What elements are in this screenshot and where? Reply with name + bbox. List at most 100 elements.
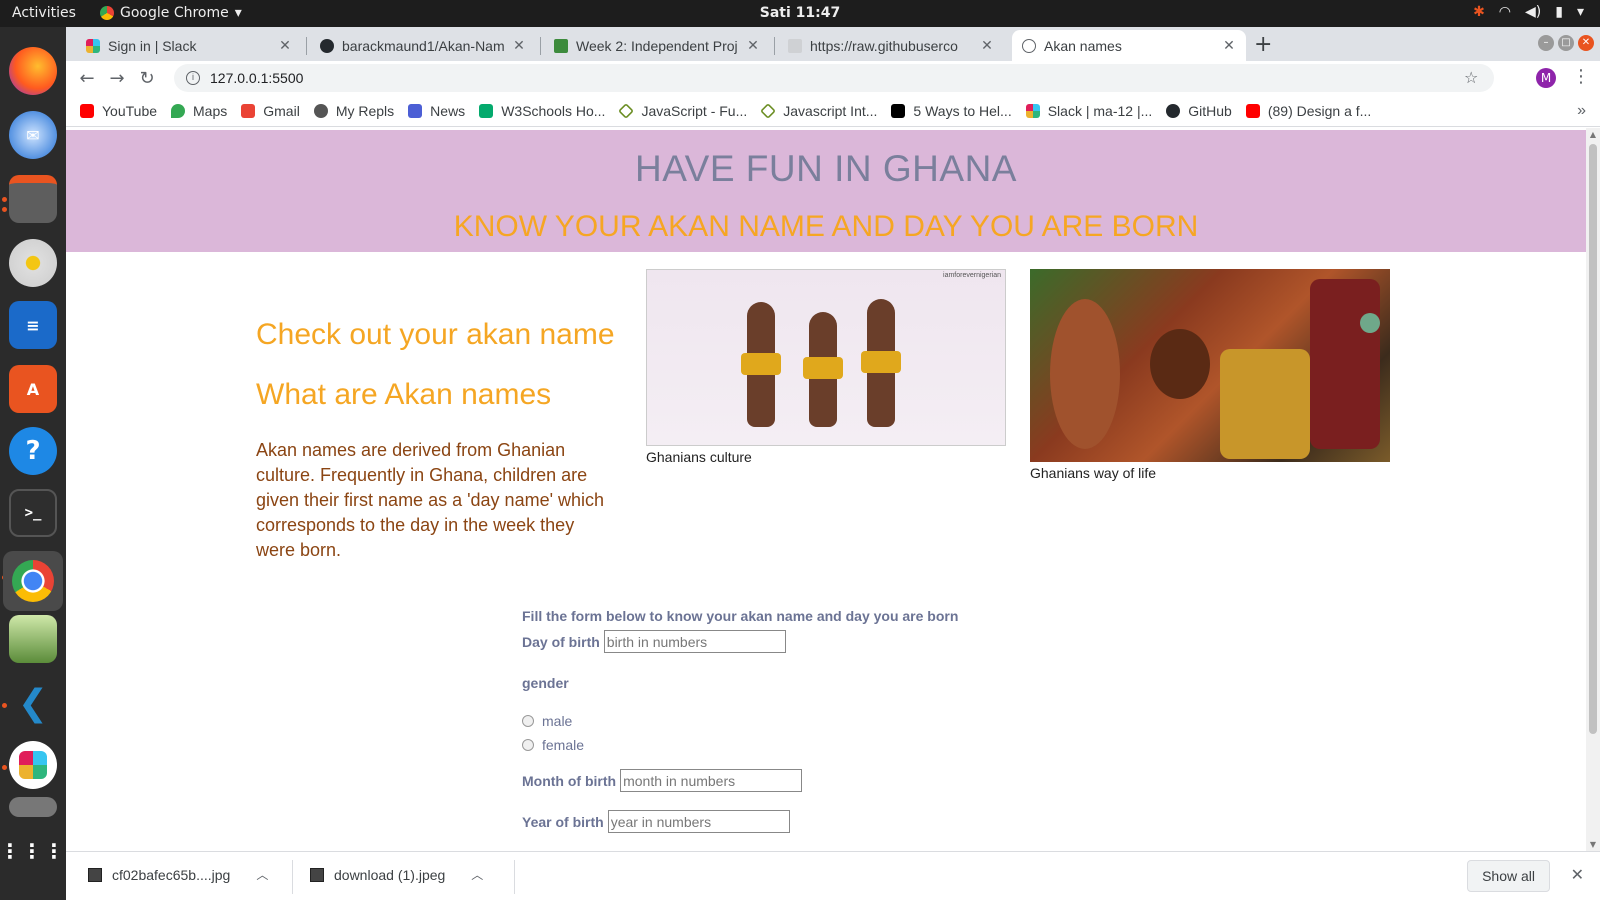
month-of-birth-input[interactable] — [620, 769, 803, 792]
tab-github[interactable]: barackmaund1/Akan-Nam ✕ — [310, 30, 536, 61]
bookmark-w3schools[interactable]: W3Schools Ho... — [479, 103, 605, 119]
close-window-button[interactable]: ✕ — [1578, 35, 1594, 51]
system-top-bar: Activities Google Chrome ▾ Sati 11:47 ✱ … — [0, 0, 1600, 27]
chevron-up-icon[interactable]: ︿ — [256, 866, 268, 883]
scroll-down-icon[interactable]: ▼ — [1586, 840, 1600, 849]
menu-icon[interactable]: ⋮ — [1572, 66, 1590, 87]
rhythmbox-icon[interactable] — [9, 239, 57, 287]
download-filename: download (1).jpeg — [334, 866, 446, 883]
scroll-up-icon[interactable]: ▲ — [1586, 130, 1600, 139]
close-icon[interactable]: ✕ — [746, 37, 760, 54]
close-icon[interactable]: ✕ — [1571, 865, 1584, 885]
page-scrollbar[interactable]: ▲ ▼ — [1586, 128, 1600, 851]
year-of-birth-input[interactable] — [607, 810, 790, 833]
image-caption: Ghanians culture — [646, 449, 752, 465]
info-icon[interactable]: i — [186, 71, 200, 85]
download-item[interactable]: download (1).jpeg ︿ — [310, 866, 483, 883]
scrollbar-thumb[interactable] — [1589, 144, 1597, 734]
bookmark-label: News — [430, 102, 466, 119]
firefox-icon[interactable] — [9, 47, 57, 95]
bookmark-javascript-int[interactable]: Javascript Int... — [760, 102, 877, 119]
help-icon[interactable]: ? — [9, 427, 57, 475]
bookmark-label: JavaScript - Fu... — [641, 102, 748, 119]
description-text: Akan names are derived from Ghanian cult… — [256, 440, 605, 560]
tab-divider — [540, 37, 541, 55]
crowd-shape — [1220, 349, 1310, 459]
profile-avatar[interactable]: M — [1536, 68, 1556, 88]
software-center-icon[interactable]: A — [9, 365, 57, 413]
github-icon — [1166, 103, 1181, 118]
show-all-button[interactable]: Show all — [1467, 860, 1550, 892]
downloads-bar: cf02bafec65b....jpg ︿ download (1).jpeg … — [66, 851, 1600, 900]
tab-title: Week 2: Independent Proj — [576, 37, 738, 54]
minimize-button[interactable]: – — [1538, 35, 1554, 51]
bookmark-news[interactable]: News — [408, 103, 465, 119]
maximize-button[interactable]: □ — [1558, 35, 1574, 51]
show-apps-icon[interactable]: ⋮⋮⋮ — [0, 827, 64, 875]
trash-icon[interactable] — [9, 797, 57, 817]
tab-strip: Sign in | Slack ✕ barackmaund1/Akan-Nam … — [66, 27, 1600, 61]
chevron-down-icon: ▾ — [234, 5, 242, 21]
close-icon[interactable]: ✕ — [512, 37, 526, 54]
vscode-icon[interactable]: ❮ — [9, 679, 57, 727]
tab-raw-github[interactable]: https://raw.githubuserco ✕ — [778, 30, 1004, 61]
chevron-right-icon[interactable]: » — [1577, 102, 1586, 120]
close-icon[interactable]: ✕ — [1222, 37, 1236, 54]
libreoffice-writer-icon[interactable]: ≡ — [9, 301, 57, 349]
activities-button[interactable]: Activities — [12, 5, 76, 21]
bookmark-slack[interactable]: Slack | ma-12 |... — [1025, 103, 1152, 119]
bookmark-my-repls[interactable]: My Repls — [313, 103, 394, 119]
chrome-icon[interactable] — [3, 551, 63, 611]
diamond-icon — [618, 102, 635, 119]
thunderbird-icon[interactable]: ✉ — [9, 111, 57, 159]
new-tab-button[interactable]: + — [1254, 32, 1272, 57]
bookmark-javascript-fu[interactable]: JavaScript - Fu... — [618, 102, 748, 119]
terminal-icon[interactable]: >_ — [9, 489, 57, 537]
day-of-birth-input[interactable] — [603, 630, 786, 653]
close-icon[interactable]: ✕ — [278, 37, 292, 54]
tab-title: https://raw.githubuserco — [810, 37, 958, 54]
radio-button[interactable] — [522, 715, 534, 727]
bookmark-maps[interactable]: Maps — [171, 103, 227, 119]
bookmark-5-ways[interactable]: 5 Ways to Hel... — [891, 103, 1012, 119]
bookmark-github[interactable]: GitHub — [1166, 103, 1232, 119]
wifi-icon: ◠ — [1498, 4, 1512, 20]
app-menu[interactable]: Google Chrome ▾ — [100, 5, 242, 21]
clock[interactable]: Sati 11:47 — [760, 5, 840, 21]
bookmark-gmail[interactable]: Gmail — [241, 103, 300, 119]
slack-icon[interactable] — [9, 741, 57, 789]
system-tray[interactable]: ✱ ◠ ◀) ▮ ▾ — [1473, 4, 1584, 20]
back-button[interactable]: ← — [72, 68, 102, 89]
reload-button[interactable]: ↻ — [132, 68, 162, 89]
forward-button[interactable]: → — [102, 68, 132, 89]
battery-icon: ▮ — [1555, 4, 1563, 20]
address-bar[interactable]: i 127.0.0.1:5500 — [174, 64, 1494, 92]
screen-record-icon[interactable]: ✱ — [1473, 4, 1485, 20]
tab-title: Sign in | Slack — [108, 37, 197, 54]
akan-form: Fill the form below to know your akan na… — [522, 608, 958, 833]
chevron-up-icon[interactable]: ︿ — [471, 866, 483, 883]
check-heading: Check out your akan name — [256, 318, 615, 351]
bookmark-youtube[interactable]: YouTube — [80, 103, 157, 119]
image-viewer-icon[interactable] — [9, 615, 57, 663]
browser-toolbar: ← → ↻ i 127.0.0.1:5500 ☆ M ⋮ — [66, 61, 1600, 95]
files-icon[interactable] — [9, 175, 57, 223]
tab-akan-names[interactable]: Akan names ✕ — [1012, 30, 1246, 61]
download-item[interactable]: cf02bafec65b....jpg ︿ — [88, 866, 268, 883]
gender-label: gender — [522, 675, 569, 691]
bookmark-star-icon[interactable]: ☆ — [1464, 68, 1478, 87]
crowd-shape — [1150, 329, 1210, 399]
male-radio[interactable]: male — [522, 713, 958, 729]
diamond-icon — [760, 102, 777, 119]
female-radio[interactable]: female — [522, 737, 958, 753]
w3schools-icon — [479, 103, 494, 118]
bookmark-label: Gmail — [263, 102, 300, 119]
form-lead: Fill the form below to know your akan na… — [522, 608, 959, 624]
image-file-icon — [310, 867, 324, 882]
radio-button[interactable] — [522, 739, 534, 751]
bookmark-design[interactable]: (89) Design a f... — [1245, 103, 1371, 119]
close-icon[interactable]: ✕ — [980, 37, 994, 54]
tab-week2[interactable]: Week 2: Independent Proj ✕ — [544, 30, 770, 61]
tab-slack[interactable]: Sign in | Slack ✕ — [76, 30, 302, 61]
url-text: 127.0.0.1:5500 — [210, 70, 304, 86]
